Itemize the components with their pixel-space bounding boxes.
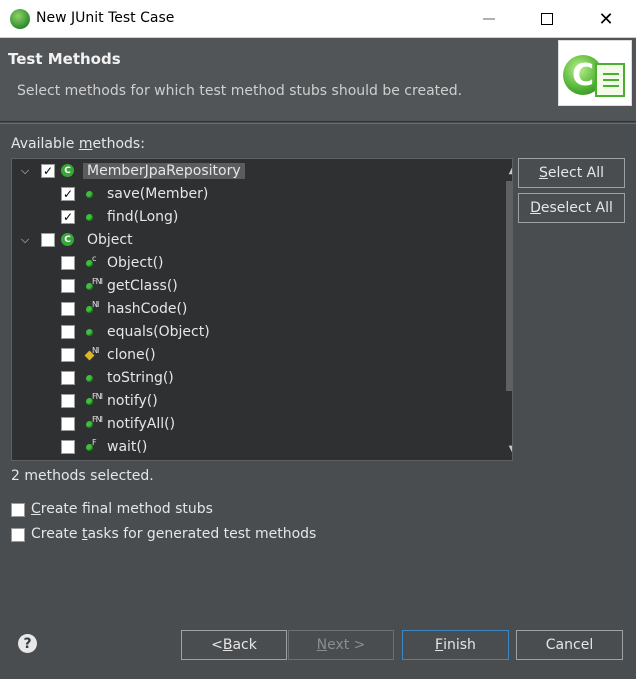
scroll-down-icon[interactable]: ▼ [503, 440, 512, 458]
checkbox-save[interactable]: ✓ [61, 187, 75, 201]
tree-scrollbar[interactable]: ▲ ▼ [503, 159, 512, 460]
create-tasks-checkbox[interactable] [11, 528, 25, 542]
selection-status: 2 methods selected. [11, 468, 154, 484]
methods-tree[interactable]: ⌵ ✓ C MemberJpaRepository ✓ save(Member)… [11, 158, 513, 461]
checkbox-object-constructor[interactable] [61, 256, 75, 270]
maximize-button[interactable] [518, 0, 576, 38]
checkbox-notify[interactable] [61, 394, 75, 408]
minimize-button[interactable] [460, 0, 518, 38]
public-method-icon [83, 185, 101, 203]
scroll-up-icon[interactable]: ▲ [503, 161, 512, 179]
class-icon: C [59, 162, 77, 180]
create-final-stubs-checkbox[interactable] [11, 503, 25, 517]
help-icon[interactable]: ? [18, 634, 37, 653]
tree-node-tostring[interactable]: toString() [12, 367, 492, 390]
checkbox-object[interactable] [41, 233, 55, 247]
title-bar: New JUnit Test Case ✕ [0, 0, 636, 38]
deselect-all-button[interactable]: Deselect All [518, 193, 625, 223]
tree-node-object[interactable]: ⌵ C Object [12, 229, 492, 252]
finish-button[interactable]: Finish [402, 630, 509, 660]
public-method-icon [83, 369, 101, 387]
wizard-header: Test Methods Select methods for which te… [0, 38, 636, 122]
checkbox-find[interactable]: ✓ [61, 210, 75, 224]
tree-node-equals[interactable]: equals(Object) [12, 321, 492, 344]
tree-node-notifyall[interactable]: FNI notifyAll() [12, 413, 492, 436]
checkbox-memberjparepository[interactable]: ✓ [41, 164, 55, 178]
next-button[interactable]: Next > [288, 630, 394, 660]
tree-node-memberjparepository[interactable]: ⌵ ✓ C MemberJpaRepository [12, 160, 492, 183]
constructor-icon: c [83, 254, 101, 272]
create-final-stubs-option[interactable]: Create final method stubs [11, 501, 311, 519]
final-native-method-icon: FNI [83, 415, 103, 433]
select-all-button[interactable]: Select All [518, 158, 625, 188]
protected-method-icon: NI [83, 346, 101, 364]
page-description: Select methods for which test method stu… [17, 83, 463, 99]
final-native-method-icon: FNI [83, 277, 103, 295]
class-icon: C [59, 231, 77, 249]
tree-node-hashcode[interactable]: NI hashCode() [12, 298, 492, 321]
back-button[interactable]: < Back [181, 630, 287, 660]
eclipse-app-icon [10, 9, 30, 29]
create-tasks-option[interactable]: Create tasks for generated test methods [11, 526, 331, 544]
native-method-icon: NI [83, 300, 101, 318]
tree-node-find[interactable]: ✓ find(Long) [12, 206, 492, 229]
cancel-button[interactable]: Cancel [516, 630, 623, 660]
checkbox-wait[interactable] [61, 440, 75, 454]
junit-banner-icon: C [558, 40, 632, 106]
chevron-down-icon[interactable]: ⌵ [18, 164, 32, 178]
final-native-method-icon: FNI [83, 392, 103, 410]
public-method-icon [83, 208, 101, 226]
scrollbar-thumb[interactable] [506, 181, 512, 391]
window-title: New JUnit Test Case [36, 10, 175, 26]
final-method-icon: F [83, 438, 101, 456]
tree-node-getclass[interactable]: FNI getClass() [12, 275, 492, 298]
tree-node-clone[interactable]: NI clone() [12, 344, 492, 367]
checkbox-tostring[interactable] [61, 371, 75, 385]
public-method-icon [83, 323, 101, 341]
tree-node-save[interactable]: ✓ save(Member) [12, 183, 492, 206]
tree-node-notify[interactable]: FNI notify() [12, 390, 492, 413]
checkbox-clone[interactable] [61, 348, 75, 362]
close-button[interactable]: ✕ [577, 0, 635, 38]
available-methods-label: Available methods: [11, 136, 145, 152]
checkbox-equals[interactable] [61, 325, 75, 339]
close-icon: ✕ [598, 8, 614, 30]
tree-node-wait[interactable]: F wait() [12, 436, 492, 459]
tree-node-object-constructor[interactable]: c Object() [12, 252, 492, 275]
minimize-icon [483, 18, 495, 20]
page-title: Test Methods [8, 50, 121, 68]
checkbox-getclass[interactable] [61, 279, 75, 293]
chevron-down-icon[interactable]: ⌵ [18, 233, 32, 247]
checkbox-notifyall[interactable] [61, 417, 75, 431]
header-separator [0, 123, 636, 124]
checkbox-hashcode[interactable] [61, 302, 75, 316]
maximize-icon [541, 13, 553, 25]
